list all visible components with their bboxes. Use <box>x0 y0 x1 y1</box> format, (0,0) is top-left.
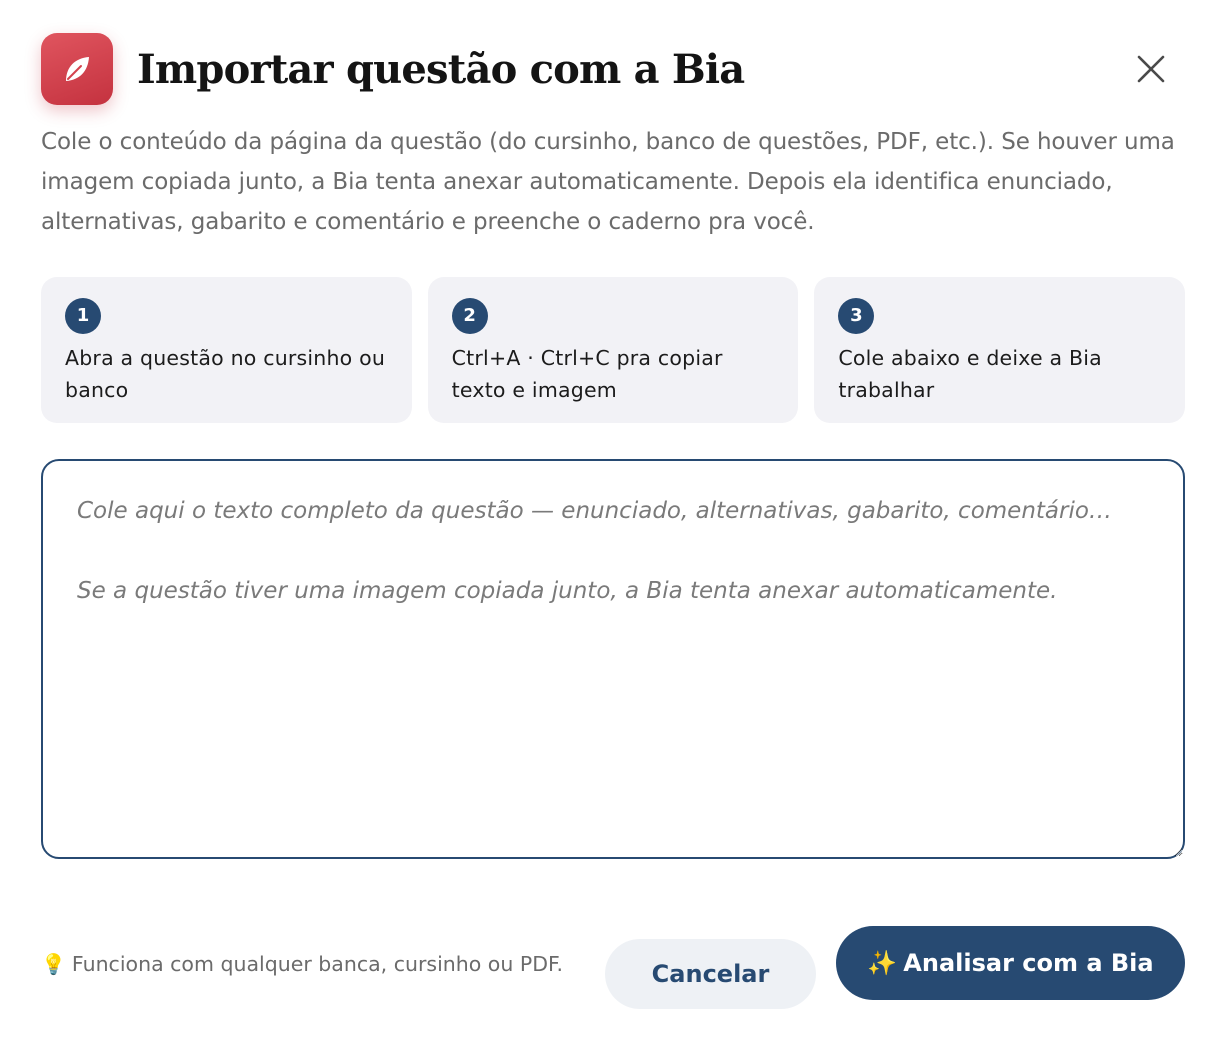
step-text: Cole abaixo e deixe a Bia trabalhar <box>838 346 1102 402</box>
step-card: 1 Abra a questão no cursinho ou banco <box>41 277 412 423</box>
analyze-button-label: Analisar com a Bia <box>903 949 1154 977</box>
hint-text: Funciona com qualquer banca, cursinho ou… <box>71 952 564 976</box>
lightbulb-icon: 💡 <box>41 952 66 976</box>
steps-list: 1 Abra a questão no cursinho ou banco 2 … <box>41 277 1186 423</box>
cancel-button[interactable]: Cancelar <box>605 939 816 1009</box>
import-question-dialog: Importar questão com a Bia Cole o conteú… <box>0 0 1226 1054</box>
leaf-icon <box>66 57 89 81</box>
dialog-description: Cole o conteúdo da página da questão (do… <box>41 129 1175 235</box>
step-number-badge: 3 <box>838 298 875 334</box>
close-button[interactable] <box>1128 46 1174 92</box>
step-number-badge: 1 <box>65 298 101 334</box>
sparkles-icon: ✨ <box>867 949 898 977</box>
step-card: 3 Cole abaixo e deixe a Bia trabalhar <box>814 277 1186 423</box>
question-paste-textarea[interactable] <box>41 459 1185 859</box>
footer-hint: 💡 Funciona com qualquer banca, cursinho … <box>41 948 563 980</box>
step-card: 2 Ctrl+A · Ctrl+C pra copiar texto e ima… <box>427 277 799 423</box>
step-number-badge: 2 <box>451 298 488 334</box>
close-icon <box>1137 55 1165 83</box>
bia-logo <box>41 33 113 105</box>
analyze-with-bia-button[interactable]: ✨ Analisar com a Bia <box>836 926 1185 1000</box>
step-text: Abra a questão no cursinho ou banco <box>65 346 386 402</box>
dialog-title: Importar questão com a Bia <box>137 46 745 93</box>
step-text: Ctrl+A · Ctrl+C pra copiar texto e image… <box>451 346 723 402</box>
